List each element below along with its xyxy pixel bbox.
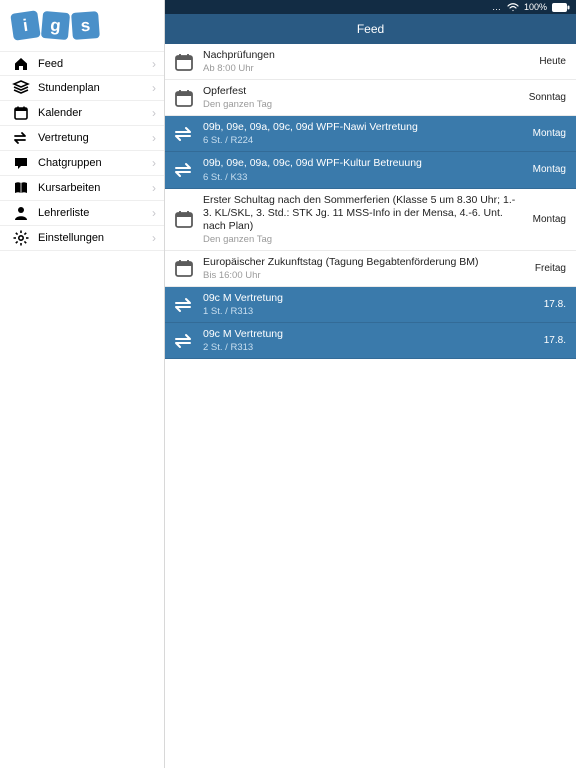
main: 100% Feed Nachprüfungen Ab 8:00 Uhr Heut… bbox=[165, 0, 576, 768]
feed-row-vertretung[interactable]: 09b, 09e, 09a, 09c, 09d WPF-Kultur Betre… bbox=[165, 152, 576, 188]
calendar-icon bbox=[173, 51, 195, 73]
calendar-icon bbox=[173, 208, 195, 230]
feed-title: 09c M Vertretung bbox=[203, 292, 536, 305]
book-icon bbox=[12, 179, 30, 197]
sidebar-item-vertretung[interactable]: Vertretung › bbox=[0, 126, 164, 151]
sidebar-item-label: Kalender bbox=[30, 107, 152, 119]
logo-tile: s bbox=[71, 11, 100, 40]
feed-title: Nachprüfungen bbox=[203, 49, 531, 62]
feed-sub: 6 St. / K33 bbox=[203, 172, 525, 183]
swap-icon bbox=[173, 330, 195, 352]
battery-percent: 100% bbox=[524, 2, 547, 12]
feed-row[interactable]: Europäischer Zukunftstag (Tagung Begabte… bbox=[165, 251, 576, 287]
logo-tile: i bbox=[10, 10, 40, 40]
chevron-right-icon: › bbox=[152, 231, 156, 245]
person-icon bbox=[12, 204, 30, 222]
sidebar-item-label: Lehrerliste bbox=[30, 207, 152, 219]
sidebar-item-label: Chatgruppen bbox=[30, 157, 152, 169]
chevron-right-icon: › bbox=[152, 206, 156, 220]
chevron-right-icon: › bbox=[152, 181, 156, 195]
swap-icon bbox=[173, 294, 195, 316]
feed-day: Montag bbox=[525, 164, 566, 175]
feed-sub: Den ganzen Tag bbox=[203, 234, 525, 245]
feed-title: 09b, 09e, 09a, 09c, 09d WPF-Nawi Vertret… bbox=[203, 121, 525, 134]
app-logo: i g s bbox=[0, 0, 164, 51]
feed-sub: Bis 16:00 Uhr bbox=[203, 270, 527, 281]
sidebar-item-kursarbeiten[interactable]: Kursarbeiten › bbox=[0, 176, 164, 201]
feed-day: Freitag bbox=[527, 263, 566, 274]
logo-tile: g bbox=[41, 11, 70, 40]
chevron-right-icon: › bbox=[152, 57, 156, 71]
feed-day: Montag bbox=[525, 128, 566, 139]
feed-day: 17.8. bbox=[536, 335, 566, 346]
top-bar: Feed bbox=[165, 14, 576, 44]
feed-row[interactable]: Opferfest Den ganzen Tag Sonntag bbox=[165, 80, 576, 116]
feed-sub: Den ganzen Tag bbox=[203, 99, 521, 110]
chat-icon bbox=[12, 154, 30, 172]
chevron-right-icon: › bbox=[152, 156, 156, 170]
swap-icon bbox=[173, 159, 195, 181]
swap-icon bbox=[12, 129, 30, 147]
calendar-icon bbox=[173, 87, 195, 109]
sidebar-item-label: Stundenplan bbox=[30, 82, 152, 94]
feed-day: Heute bbox=[531, 56, 566, 67]
sidebar-item-kalender[interactable]: Kalender › bbox=[0, 101, 164, 126]
feed-row-vertretung[interactable]: 09c M Vertretung 1 St. / R313 17.8. bbox=[165, 287, 576, 323]
sidebar-item-label: Vertretung bbox=[30, 132, 152, 144]
status-dots-icon bbox=[492, 2, 502, 12]
chevron-right-icon: › bbox=[152, 81, 156, 95]
feed-list[interactable]: Nachprüfungen Ab 8:00 Uhr Heute Opferfes… bbox=[165, 44, 576, 768]
wifi-icon bbox=[507, 3, 519, 12]
sidebar-item-label: Kursarbeiten bbox=[30, 182, 152, 194]
feed-row-vertretung[interactable]: 09b, 09e, 09a, 09c, 09d WPF-Nawi Vertret… bbox=[165, 116, 576, 152]
feed-title: Europäischer Zukunftstag (Tagung Begabte… bbox=[203, 256, 527, 269]
feed-row-vertretung[interactable]: 09c M Vertretung 2 St. / R313 17.8. bbox=[165, 323, 576, 359]
calendar-icon bbox=[173, 257, 195, 279]
feed-title: Opferfest bbox=[203, 85, 521, 98]
calendar-icon bbox=[12, 104, 30, 122]
sidebar-item-label: Feed bbox=[30, 58, 152, 70]
feed-title: 09c M Vertretung bbox=[203, 328, 536, 341]
sidebar-item-chatgruppen[interactable]: Chatgruppen › bbox=[0, 151, 164, 176]
feed-title: Erster Schultag nach den Sommerferien (K… bbox=[203, 194, 525, 233]
stack-icon bbox=[12, 79, 30, 97]
battery-icon bbox=[552, 3, 570, 12]
feed-day: 17.8. bbox=[536, 299, 566, 310]
feed-sub: 1 St. / R313 bbox=[203, 306, 536, 317]
feed-day: Sonntag bbox=[521, 92, 566, 103]
feed-row[interactable]: Nachprüfungen Ab 8:00 Uhr Heute bbox=[165, 44, 576, 80]
home-icon bbox=[12, 55, 30, 73]
gear-icon bbox=[12, 229, 30, 247]
chevron-right-icon: › bbox=[152, 131, 156, 145]
page-title: Feed bbox=[357, 22, 384, 36]
sidebar-item-label: Einstellungen bbox=[30, 232, 152, 244]
sidebar-item-lehrerliste[interactable]: Lehrerliste › bbox=[0, 201, 164, 226]
sidebar-nav: Feed › Stundenplan › Kalender › Vertretu… bbox=[0, 51, 164, 251]
feed-sub: Ab 8:00 Uhr bbox=[203, 63, 531, 74]
feed-title: 09b, 09e, 09a, 09c, 09d WPF-Kultur Betre… bbox=[203, 157, 525, 170]
sidebar-item-einstellungen[interactable]: Einstellungen › bbox=[0, 226, 164, 251]
feed-sub: 6 St. / R224 bbox=[203, 135, 525, 146]
chevron-right-icon: › bbox=[152, 106, 156, 120]
status-bar: 100% bbox=[165, 0, 576, 14]
feed-sub: 2 St. / R313 bbox=[203, 342, 536, 353]
feed-day: Montag bbox=[525, 214, 566, 225]
swap-icon bbox=[173, 123, 195, 145]
sidebar: i g s Feed › Stundenplan › Kalender › bbox=[0, 0, 165, 768]
sidebar-item-feed[interactable]: Feed › bbox=[0, 51, 164, 76]
feed-row[interactable]: Erster Schultag nach den Sommerferien (K… bbox=[165, 189, 576, 251]
sidebar-item-stundenplan[interactable]: Stundenplan › bbox=[0, 76, 164, 101]
